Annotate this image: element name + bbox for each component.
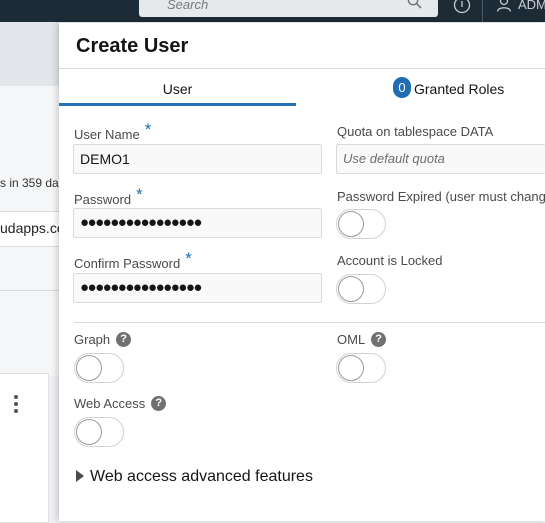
background-field: udapps.co [0, 211, 65, 247]
background-divider [0, 290, 60, 291]
account-locked-toggle[interactable] [336, 274, 386, 304]
web-access-toggle[interactable] [74, 417, 124, 447]
tab-user-label: User [162, 81, 193, 97]
background-card [0, 373, 49, 523]
username-label-text: User Name [74, 127, 140, 142]
search-box[interactable]: Search [139, 0, 438, 17]
help-icon[interactable] [453, 0, 471, 14]
toggle-knob [76, 355, 102, 381]
password-label: Password * [74, 185, 143, 209]
user-icon[interactable] [496, 0, 512, 12]
toggle-knob [338, 276, 364, 302]
toggle-knob [338, 355, 364, 381]
user-menu-label[interactable]: ADM [518, 0, 545, 12]
web-access-help-icon[interactable]: ? [151, 396, 167, 411]
drawer-title: Create User [76, 35, 189, 57]
quota-input[interactable]: Use default quota [336, 144, 545, 174]
required-marker: * [185, 249, 192, 268]
password-expired-label: Password Expired (user must change [337, 189, 545, 204]
tab-granted-roles[interactable]: 0 Granted Roles [296, 69, 545, 106]
topbar-divider [482, 0, 483, 22]
oml-label-text: OML [337, 332, 366, 347]
confirm-password-label: Confirm Password * [74, 249, 192, 273]
graph-toggle[interactable] [74, 353, 124, 383]
required-marker: * [136, 185, 143, 204]
granted-roles-count-badge: 0 [393, 77, 411, 98]
account-locked-label: Account is Locked [337, 253, 443, 268]
oml-help-icon[interactable]: ? [371, 332, 387, 347]
expand-triangle-icon [76, 470, 84, 482]
create-user-drawer: Create User User 0 Granted Roles User Na… [59, 23, 545, 521]
background-field-text: udapps.co [0, 220, 65, 236]
web-access-label: Web Access? [74, 396, 167, 413]
graph-label: Graph? [74, 332, 132, 349]
required-marker: * [144, 120, 152, 139]
tab-user[interactable]: User [59, 69, 296, 106]
background-header-band [0, 22, 60, 86]
password-expired-toggle[interactable] [336, 209, 386, 239]
active-tab-indicator [59, 103, 296, 106]
toggle-knob [338, 211, 364, 237]
confirm-password-input[interactable]: ●●●●●●●●●●●●●●●● [73, 273, 322, 303]
graph-label-text: Graph [74, 332, 111, 347]
graph-help-icon[interactable]: ? [116, 332, 132, 347]
search-icon[interactable] [407, 0, 422, 9]
password-label-text: Password [74, 192, 132, 207]
quota-label: Quota on tablespace DATA [337, 124, 494, 139]
web-access-label-text: Web Access [74, 396, 146, 411]
oml-label: OML? [337, 332, 387, 349]
password-input[interactable]: ●●●●●●●●●●●●●●●● [73, 208, 322, 238]
background-text: s in 359 da [0, 176, 59, 190]
tab-granted-roles-label: Granted Roles [414, 81, 505, 97]
toggle-knob [76, 419, 102, 445]
advanced-features-label: Web access advanced features [90, 468, 313, 485]
search-input[interactable]: Search [167, 0, 208, 12]
web-access-advanced-features-expander[interactable]: Web access advanced features [76, 468, 313, 486]
section-divider [74, 322, 545, 323]
username-input[interactable]: DEMO1 [73, 144, 322, 174]
oml-toggle[interactable] [336, 353, 386, 383]
confirm-password-label-text: Confirm Password [74, 256, 181, 271]
more-options-icon[interactable] [12, 394, 20, 416]
username-label: User Name * [74, 120, 151, 144]
top-bar: Search ADM [0, 0, 545, 22]
